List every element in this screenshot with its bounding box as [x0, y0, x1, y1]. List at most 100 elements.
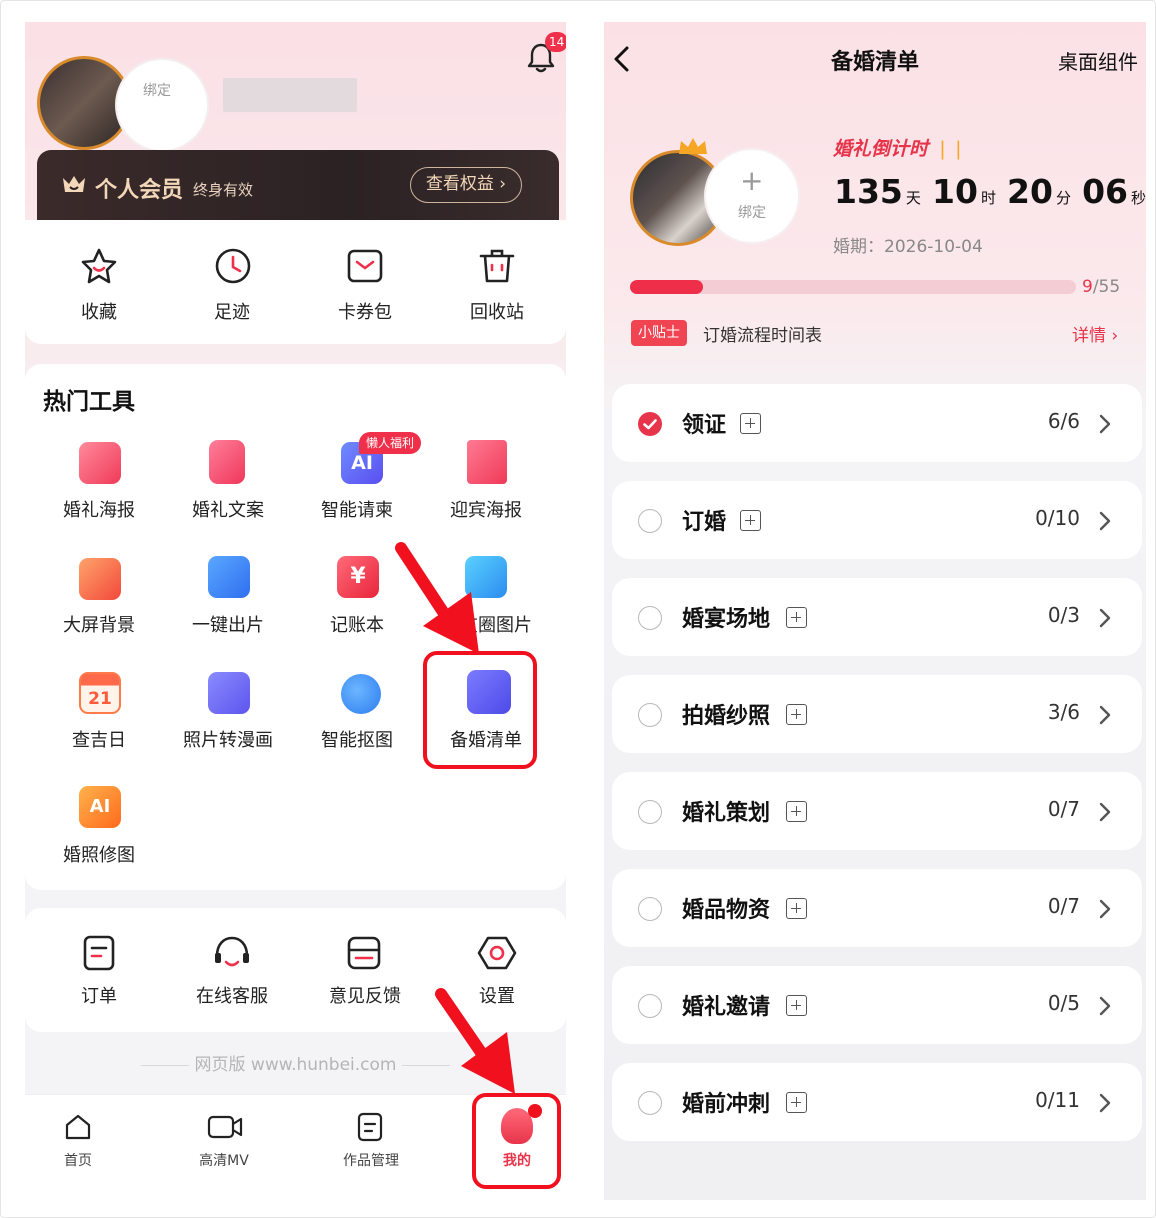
ai-retouch-icon[interactable]: AI: [79, 786, 121, 828]
welcome-poster-icon[interactable]: [467, 440, 507, 484]
add-item-icon[interactable]: [786, 898, 807, 919]
works-icon[interactable]: [357, 1112, 383, 1142]
checklist-row[interactable]: 婚礼策划 0/7: [612, 772, 1142, 850]
tool-label-wedding-copy[interactable]: 婚礼文案: [168, 496, 288, 522]
tip-details-link[interactable]: 详情 ›: [1072, 321, 1118, 346]
chevron-right-icon[interactable]: [1098, 413, 1112, 435]
service-label-customer-service[interactable]: 在线客服: [172, 982, 292, 1008]
trash-icon[interactable]: [477, 246, 517, 286]
checklist-row[interactable]: 拍婚纱照 3/6: [612, 675, 1142, 753]
tab-works-management[interactable]: 作品管理: [321, 1150, 421, 1170]
countdown-minutes: 20: [1007, 172, 1053, 211]
view-benefits-button[interactable]: 查看权益 ›: [410, 167, 522, 203]
desktop-widget-link[interactable]: 桌面组件: [1058, 46, 1138, 75]
crown-icon: [63, 176, 85, 192]
chevron-right-icon[interactable]: [1098, 704, 1112, 726]
feedback-icon[interactable]: [345, 934, 383, 972]
checklist-row[interactable]: 婚宴场地 0/3: [612, 578, 1142, 656]
checklist-row-title: 婚宴场地: [682, 607, 771, 632]
tool-label-smart-cutout[interactable]: 智能抠图: [297, 726, 417, 752]
add-item-icon[interactable]: [786, 607, 807, 628]
countdown-minutes-unit: 分: [1055, 189, 1071, 207]
quick-label-coupons[interactable]: 卡券包: [305, 298, 425, 324]
calendar-icon[interactable]: 21: [79, 672, 121, 714]
add-item-icon[interactable]: [786, 704, 807, 725]
add-item-icon[interactable]: [786, 1092, 807, 1113]
profile-screen: 绑定 14 个人会员 终身有效 查看权益 › 收藏 足迹 卡券包 回收站 热门工…: [25, 22, 566, 1200]
add-item-icon[interactable]: [786, 995, 807, 1016]
checklist-row[interactable]: 婚礼邀请 0/5: [612, 966, 1142, 1044]
quick-label-recycle-bin[interactable]: 回收站: [437, 298, 557, 324]
home-icon[interactable]: [63, 1112, 93, 1142]
notification-badge: 14: [545, 32, 566, 52]
headset-icon[interactable]: [212, 934, 252, 972]
quick-label-history[interactable]: 足迹: [172, 298, 292, 324]
add-item-icon[interactable]: [740, 413, 761, 434]
checklist-row[interactable]: 婚前冲刺 0/11: [612, 1063, 1142, 1141]
chevron-right-icon[interactable]: [1098, 801, 1112, 823]
unchecked-circle-icon[interactable]: [638, 703, 662, 727]
chevron-right-icon[interactable]: [1098, 510, 1112, 532]
vip-title: 个人会员: [95, 178, 184, 203]
tip-badge: 小贴士: [631, 320, 687, 346]
copywriting-icon[interactable]: [209, 440, 245, 484]
tip-text[interactable]: 订婚流程时间表: [703, 321, 822, 346]
red-arrow-icon: [435, 988, 515, 1094]
cutout-icon[interactable]: [341, 674, 381, 714]
unchecked-circle-icon[interactable]: [638, 606, 662, 630]
checklist-row-count: 0/10: [1035, 506, 1080, 530]
tool-label-wedding-poster[interactable]: 婚礼海报: [39, 496, 159, 522]
checklist-row[interactable]: 婚品物资 0/7: [612, 869, 1142, 947]
wedding-date-value: 2026-10-04: [884, 237, 983, 257]
unchecked-circle-icon[interactable]: [638, 509, 662, 533]
countdown-hours-unit: 时: [980, 189, 996, 207]
quick-label-favorites[interactable]: 收藏: [39, 298, 159, 324]
chevron-right-icon[interactable]: [1098, 607, 1112, 629]
settings-icon[interactable]: [477, 934, 517, 972]
tool-label-photo-to-comic[interactable]: 照片转漫画: [168, 726, 288, 752]
unchecked-circle-icon[interactable]: [638, 994, 662, 1018]
photo-comic-icon[interactable]: [208, 672, 250, 714]
tab-hd-mv[interactable]: 高清MV: [174, 1150, 274, 1170]
tool-label-one-click-film[interactable]: 一键出片: [168, 611, 288, 637]
progress-done: 9: [1082, 277, 1093, 297]
star-icon[interactable]: [79, 246, 119, 286]
ledger-icon[interactable]: ¥: [337, 556, 379, 598]
checklist-row-count: 0/7: [1047, 797, 1080, 821]
checklist-row[interactable]: 订婚 0/10: [612, 481, 1142, 559]
progress-count: 9/55: [1082, 277, 1120, 297]
checklist-row[interactable]: 领证 6/6: [612, 384, 1142, 462]
order-icon[interactable]: [81, 934, 117, 972]
tool-label-welcome-poster[interactable]: 迎宾海报: [426, 496, 546, 522]
highlight-checklist-box: [423, 651, 537, 769]
checklist-row-count: 6/6: [1047, 409, 1080, 433]
service-label-feedback[interactable]: 意见反馈: [305, 982, 425, 1008]
screen-background-icon[interactable]: [79, 558, 121, 600]
add-item-icon[interactable]: [740, 510, 761, 531]
video-icon[interactable]: [207, 1113, 243, 1141]
add-item-icon[interactable]: [786, 801, 807, 822]
poster-icon[interactable]: [79, 442, 121, 484]
countdown-hours: 10: [932, 172, 978, 211]
chevron-right-icon[interactable]: [1098, 1092, 1112, 1114]
quick-film-icon[interactable]: [208, 556, 250, 598]
chevron-right-icon[interactable]: [1098, 995, 1112, 1017]
service-label-order[interactable]: 订单: [39, 982, 159, 1008]
chevron-right-icon[interactable]: [1098, 898, 1112, 920]
plus-icon: +: [740, 164, 764, 197]
checked-circle-icon[interactable]: [638, 412, 662, 436]
tool-label-big-screen-bg[interactable]: 大屏背景: [39, 611, 159, 637]
tool-label-photo-retouch[interactable]: 婚照修图: [39, 841, 159, 867]
checklist-row-title: 婚礼邀请: [682, 995, 771, 1020]
tool-label-auspicious-day[interactable]: 查吉日: [39, 726, 159, 752]
bind-partner-button[interactable]: [115, 58, 209, 152]
unchecked-circle-icon[interactable]: [638, 800, 662, 824]
clock-icon[interactable]: [213, 246, 253, 286]
tool-label-smart-invitation[interactable]: 智能请柬: [297, 496, 417, 522]
unchecked-circle-icon[interactable]: [638, 1091, 662, 1115]
unchecked-circle-icon[interactable]: [638, 897, 662, 921]
checklist-row-title: 婚前冲刺: [682, 1092, 771, 1117]
coupon-icon[interactable]: [345, 246, 385, 286]
tab-home[interactable]: 首页: [28, 1150, 128, 1170]
checklist-row-count: 0/3: [1047, 603, 1080, 627]
